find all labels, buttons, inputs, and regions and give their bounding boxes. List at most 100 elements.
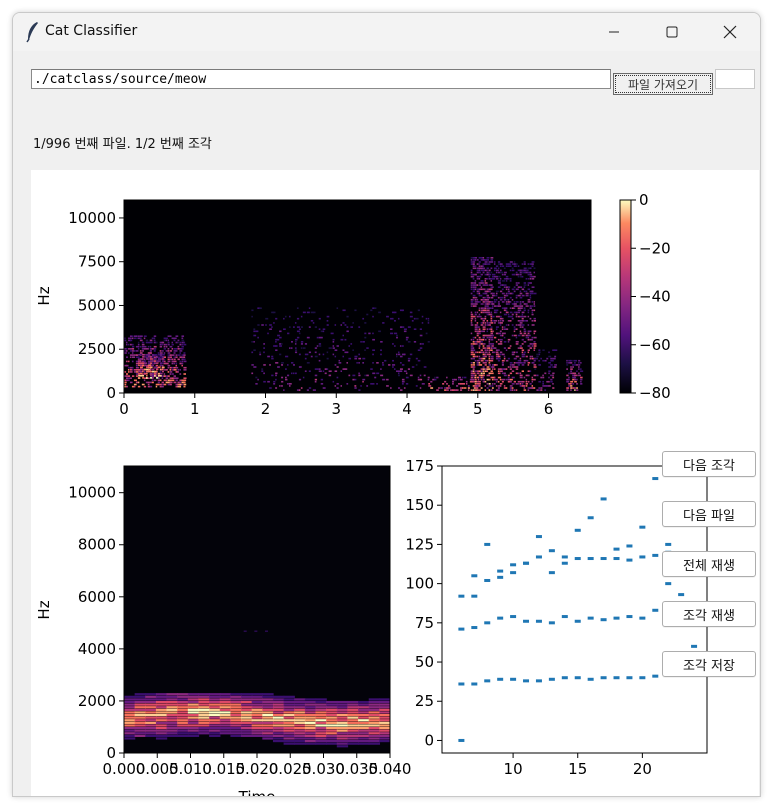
spectrogram-cell bbox=[315, 726, 327, 730]
spectrogram-cell bbox=[251, 695, 263, 698]
spectrogram-cell bbox=[523, 290, 526, 293]
spectrogram-cell bbox=[175, 350, 178, 352]
spectrogram-cell bbox=[521, 311, 525, 314]
spectrogram-cell bbox=[166, 693, 178, 696]
spectrogram-cell bbox=[152, 368, 155, 371]
save-segment-button[interactable]: 조각 저장 bbox=[662, 651, 756, 677]
spectrogram-cell bbox=[155, 706, 168, 709]
spectrogram-cell bbox=[482, 320, 485, 322]
spectrogram-cell bbox=[283, 739, 295, 743]
spectrogram-cell bbox=[332, 347, 335, 349]
spectrogram-cell bbox=[497, 355, 501, 358]
maximize-icon bbox=[666, 26, 678, 38]
play-all-button[interactable]: 전체 재생 bbox=[662, 551, 756, 577]
spectrogram-cell bbox=[499, 277, 502, 280]
spectrogram-cell bbox=[326, 713, 338, 717]
spectrogram-cell bbox=[379, 698, 390, 701]
spectrogram-cell bbox=[474, 303, 478, 305]
spectrogram-cell bbox=[379, 711, 390, 714]
spectrogram-cell bbox=[511, 269, 515, 272]
path-input[interactable] bbox=[31, 69, 611, 89]
spectrogram-cell bbox=[525, 294, 529, 297]
spectrogram-cell bbox=[409, 311, 413, 314]
spectrogram-cell bbox=[531, 343, 534, 345]
spectrogram-cell bbox=[531, 292, 534, 295]
spectrogram-cell bbox=[277, 338, 280, 341]
spectrogram-cell bbox=[358, 326, 361, 328]
spectrogram-cell bbox=[161, 368, 164, 371]
spectrogram-cell bbox=[501, 273, 504, 276]
spectrogram-cell bbox=[578, 362, 580, 364]
scatter-point bbox=[574, 676, 581, 680]
spectrogram-cell bbox=[263, 380, 266, 383]
spectrogram-cell bbox=[125, 360, 128, 363]
spectrogram-cell bbox=[336, 366, 339, 368]
spectrogram-cell bbox=[523, 362, 526, 364]
spectrogram-cell bbox=[315, 706, 327, 709]
spectrogram-cell bbox=[415, 385, 418, 387]
spectrogram-cell bbox=[154, 372, 157, 375]
spectrogram-cell bbox=[135, 350, 139, 352]
spectrogram-cell bbox=[392, 364, 396, 366]
spectrogram-cell bbox=[161, 341, 165, 344]
spectrogram-cell bbox=[379, 703, 390, 706]
spectrogram-cell bbox=[411, 320, 414, 322]
spectrogram-cell bbox=[507, 277, 510, 280]
spectrogram-cell bbox=[513, 326, 516, 328]
spectrogram-cell bbox=[292, 364, 295, 366]
spectrogram-cell bbox=[262, 706, 274, 709]
spectrogram-cell bbox=[486, 309, 490, 312]
spectrogram-cell bbox=[134, 732, 146, 735]
spectrogram-cell bbox=[131, 366, 134, 369]
spectrogram-cell bbox=[525, 383, 529, 385]
spectrogram-cell bbox=[167, 348, 170, 350]
spectrogram-cell bbox=[167, 343, 170, 346]
spectrogram-cell bbox=[476, 362, 479, 364]
play-segment-button[interactable]: 조각 재생 bbox=[662, 601, 756, 627]
spectrogram-cell bbox=[279, 385, 281, 387]
spectrogram-cell bbox=[482, 357, 486, 360]
maximize-button[interactable] bbox=[649, 13, 695, 51]
spectrogram-cell bbox=[470, 322, 473, 324]
spectrogram-cell bbox=[312, 311, 316, 314]
spectrogram-cell bbox=[519, 290, 522, 293]
spectrogram-cell bbox=[517, 355, 520, 358]
spectrogram-cell bbox=[497, 305, 502, 307]
spectrogram-cell bbox=[486, 269, 489, 272]
minimize-button[interactable] bbox=[591, 13, 637, 51]
spectrogram-cell bbox=[275, 345, 278, 347]
spectrogram-cell bbox=[336, 706, 349, 709]
spectrogram-cell bbox=[486, 259, 490, 261]
next-file-button[interactable]: 다음 파일 bbox=[662, 501, 756, 527]
spectrogram-cell bbox=[572, 387, 575, 389]
spectrogram-cell bbox=[131, 348, 135, 350]
spectrogram-cell bbox=[153, 337, 156, 340]
spectrogram-cell bbox=[470, 259, 473, 261]
spectrogram-cell bbox=[544, 359, 547, 362]
spectrogram-cell bbox=[230, 732, 242, 735]
spectrogram-cell bbox=[529, 330, 532, 333]
blank-field[interactable] bbox=[715, 69, 755, 89]
load-file-button[interactable]: 파일 가져오기 bbox=[613, 73, 713, 95]
spectrogram-cell bbox=[380, 374, 384, 377]
spectrogram-cell bbox=[350, 326, 353, 328]
spectrogram-cell bbox=[145, 708, 157, 711]
y-tick-label: 125 bbox=[405, 535, 434, 553]
spectrogram-cell bbox=[491, 307, 494, 309]
next-segment-button[interactable]: 다음 조각 bbox=[662, 451, 756, 477]
title-bar[interactable]: Cat Classifier bbox=[13, 13, 760, 51]
spectrogram-cell bbox=[495, 294, 498, 297]
spectrogram-cell bbox=[167, 352, 171, 354]
spectrogram-cell bbox=[501, 353, 505, 356]
spectrogram-cell bbox=[490, 256, 494, 259]
spectrogram-cell bbox=[390, 727, 401, 729]
spectrogram-cell bbox=[149, 352, 153, 354]
spectrogram-cell bbox=[173, 360, 177, 363]
spectrogram-cell bbox=[169, 354, 172, 356]
spectrogram-cell bbox=[505, 324, 508, 326]
spectrogram-cell bbox=[271, 326, 273, 328]
spectrogram-cell bbox=[576, 370, 578, 373]
spectrogram-cell bbox=[529, 347, 533, 349]
spectrogram-cell bbox=[531, 324, 535, 326]
close-button[interactable] bbox=[707, 13, 753, 51]
